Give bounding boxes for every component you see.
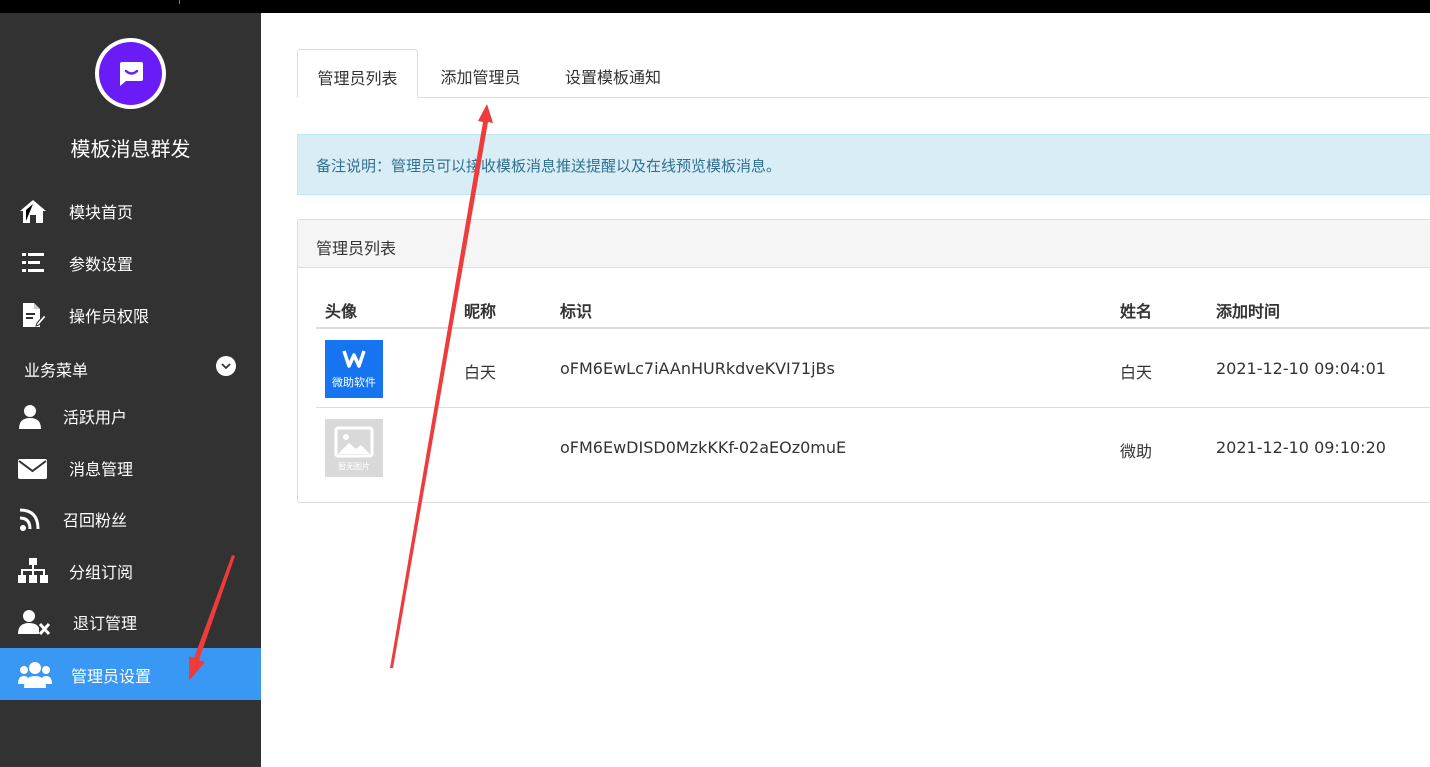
sidebar-item-group-subscription[interactable]: 分组订阅 — [0, 545, 261, 595]
table-header-divider — [316, 327, 1430, 329]
sidebar-item-label: 召回粉丝 — [63, 511, 128, 530]
sidebar-item-unsubscribe-management[interactable]: 退订管理 — [0, 596, 261, 646]
cell-added-time: 2021-12-10 09:10:20 — [1216, 438, 1386, 457]
avatar-caption: 微助软件 — [332, 376, 376, 389]
user-remove-icon — [18, 608, 51, 636]
sidebar-item-active-users[interactable]: 活跃用户 — [0, 390, 261, 440]
column-header-name: 姓名 — [1120, 302, 1153, 321]
avatar: 微助软件 — [325, 340, 383, 398]
column-header-identifier: 标识 — [560, 302, 593, 321]
document-edit-icon — [18, 301, 48, 329]
rss-icon — [18, 505, 48, 533]
home-icon — [18, 197, 48, 225]
sidebar-item-label: 操作员权限 — [69, 307, 150, 326]
column-header-added-time: 添加时间 — [1216, 302, 1281, 321]
column-header-avatar: 头像 — [325, 302, 358, 321]
info-notice: 备注说明：管理员可以接收模板消息推送提醒以及在线预览模板消息。 — [297, 134, 1430, 195]
chevron-down-icon[interactable] — [216, 356, 236, 376]
avatar-caption: 暂无图片 — [338, 462, 370, 471]
avatar: 暂无图片 — [325, 419, 383, 477]
sidebar-item-label: 活跃用户 — [63, 408, 128, 427]
chat-bubble-icon — [120, 62, 143, 86]
window-top-bar — [0, 0, 1430, 13]
sitemap-icon — [18, 557, 48, 585]
users-icon — [18, 660, 52, 688]
sidebar-section-business-menu[interactable]: 业务菜单 — [0, 353, 261, 389]
cell-added-time: 2021-12-10 09:04:01 — [1216, 359, 1386, 378]
cell-nickname: 白天 — [464, 363, 497, 382]
tab-admin-list[interactable]: 管理员列表 — [297, 49, 418, 98]
cell-openid: oFM6EwDISD0MzkKKf-02aEOz0muE — [560, 438, 847, 457]
list-settings-icon — [18, 249, 48, 277]
panel-title: 管理员列表 — [298, 220, 1430, 268]
sidebar-item-label: 模块首页 — [69, 203, 134, 222]
tab-bar: 管理员列表 添加管理员 设置模板通知 — [297, 49, 1430, 98]
admin-list-panel: 管理员列表 头像 昵称 标识 姓名 添加时间 微助软件 白天 oFM6EwLc7… — [297, 219, 1430, 503]
row-divider — [316, 407, 1430, 408]
app-logo — [95, 38, 166, 109]
sidebar-section-label: 业务菜单 — [24, 361, 89, 380]
sidebar-item-module-home[interactable]: 模块首页 — [0, 185, 261, 235]
sidebar-item-label: 参数设置 — [69, 255, 134, 274]
column-header-nickname: 昵称 — [464, 302, 497, 321]
sidebar-item-label: 消息管理 — [69, 460, 134, 479]
sidebar-item-param-settings[interactable]: 参数设置 — [0, 237, 261, 287]
envelope-icon — [18, 454, 48, 482]
sidebar-item-label: 管理员设置 — [71, 667, 152, 686]
tab-add-admin[interactable]: 添加管理员 — [428, 49, 533, 98]
cell-name: 白天 — [1120, 363, 1153, 382]
sidebar-item-admin-settings[interactable]: 管理员设置 — [0, 648, 261, 700]
sidebar-item-label: 退订管理 — [73, 614, 138, 633]
user-icon — [18, 402, 48, 430]
cell-name: 微助 — [1120, 442, 1153, 461]
tab-template-notification-settings[interactable]: 设置模板通知 — [553, 49, 673, 98]
sidebar-item-operator-permissions[interactable]: 操作员权限 — [0, 289, 261, 339]
sidebar: 模板消息群发 模块首页 参数设置 操作员权限 业务菜单 活跃用户 消息管理 召回… — [0, 13, 261, 767]
app-title: 模板消息群发 — [70, 137, 191, 161]
cell-openid: oFM6EwLc7iAAnHURkdveKVI71jBs — [560, 359, 835, 378]
sidebar-item-label: 分组订阅 — [69, 563, 134, 582]
sidebar-item-recall-fans[interactable]: 召回粉丝 — [0, 493, 261, 543]
sidebar-item-message-management[interactable]: 消息管理 — [0, 442, 261, 492]
